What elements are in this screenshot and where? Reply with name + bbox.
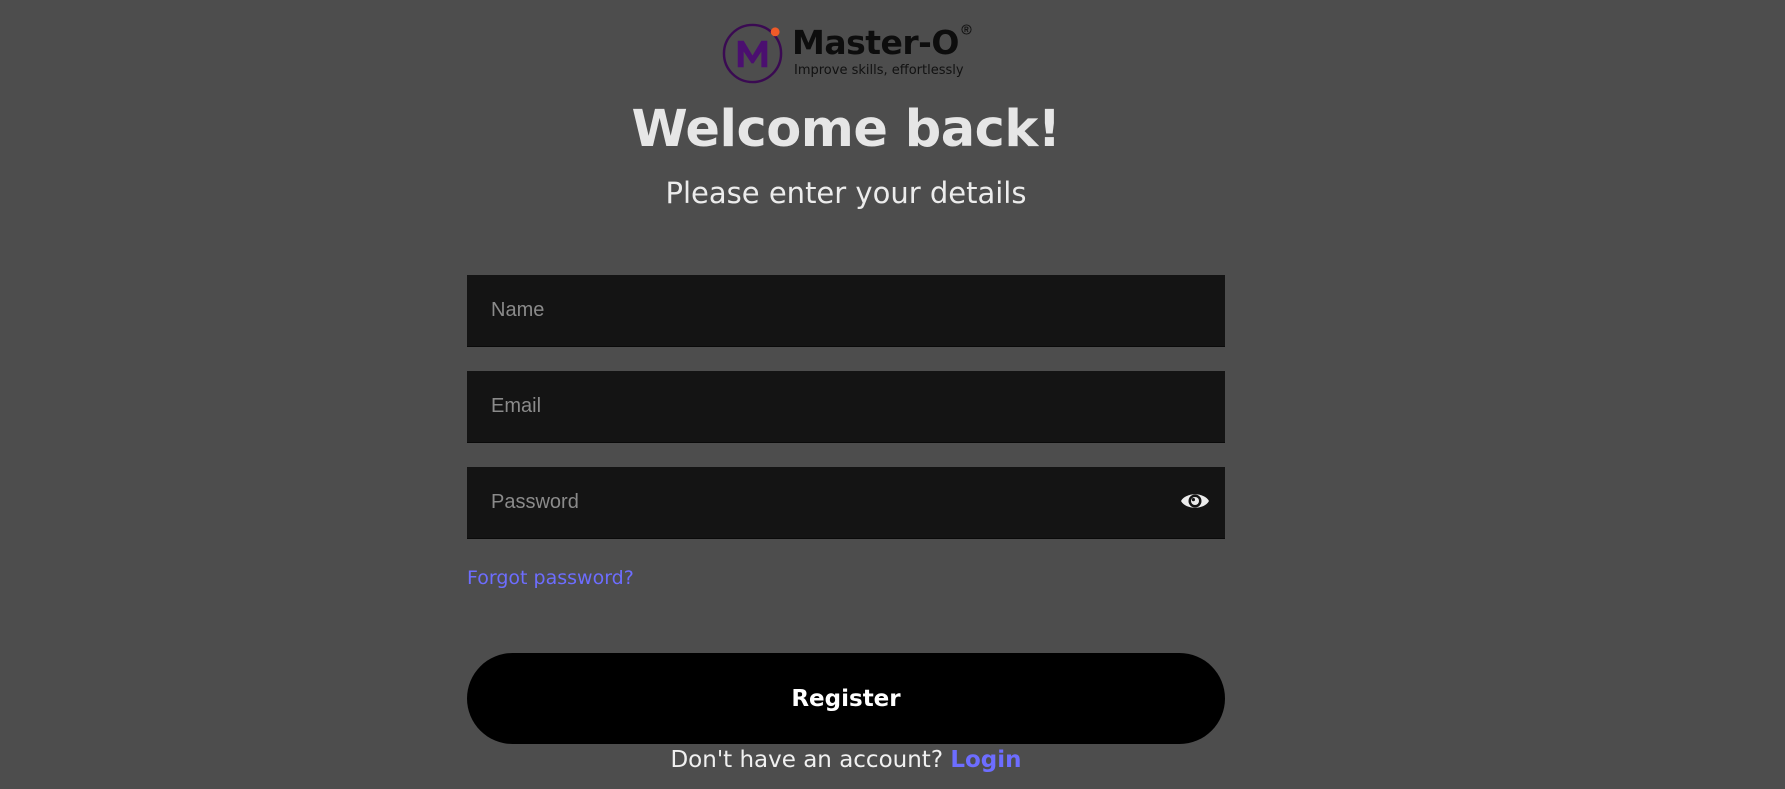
eye-icon[interactable] (1179, 487, 1211, 515)
name-field-container (467, 275, 1225, 347)
registered-trademark-icon (961, 24, 972, 35)
m-circle-logo-icon (722, 23, 783, 84)
brand-tagline: Improve skills, effortlessly (794, 63, 964, 78)
password-input[interactable] (467, 467, 1225, 538)
email-input[interactable] (467, 371, 1225, 442)
page-title: Welcome back! (631, 100, 1061, 159)
login-link[interactable]: Login (950, 747, 1021, 773)
password-field-container (467, 467, 1225, 539)
email-field-container (467, 371, 1225, 443)
account-prompt-text: Don't have an account? (670, 747, 944, 773)
brand-name: Master-O (792, 23, 959, 62)
page-subtitle: Please enter your details (665, 176, 1027, 210)
name-input[interactable] (467, 275, 1225, 346)
register-button[interactable]: Register (467, 653, 1225, 744)
account-prompt: Don't have an account? Login (0, 744, 1692, 776)
brand-logo: Master-O Improve skills, effortlessly (722, 20, 972, 88)
forgot-password-link[interactable]: Forgot password? (467, 565, 634, 591)
